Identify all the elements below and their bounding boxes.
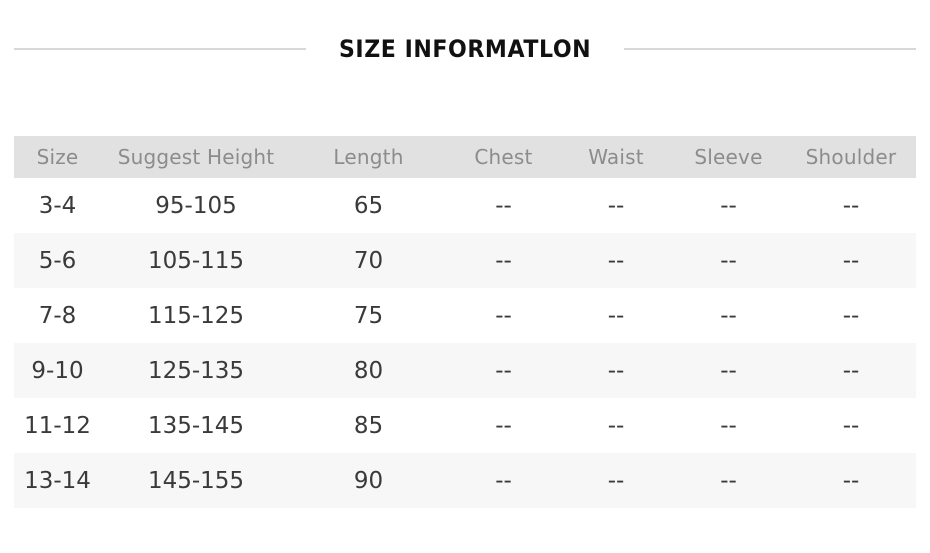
cell-size: 9-10 (14, 343, 101, 398)
table-header: Size Suggest Height Length Chest Waist S… (14, 136, 916, 178)
cell-shoulder: -- (786, 178, 916, 233)
table-row: 9-10 125-135 80 -- -- -- -- (14, 343, 916, 398)
cell-size: 7-8 (14, 288, 101, 343)
cell-chest: -- (446, 178, 561, 233)
cell-shoulder: -- (786, 398, 916, 453)
cell-waist: -- (561, 343, 671, 398)
column-header-sleeve: Sleeve (671, 136, 786, 178)
table-row: 13-14 145-155 90 -- -- -- -- (14, 453, 916, 508)
table-row: 5-6 105-115 70 -- -- -- -- (14, 233, 916, 288)
size-information-page: SIZE INFORMATLON Size Suggest Height Len… (0, 0, 930, 553)
size-information-table: Size Suggest Height Length Chest Waist S… (14, 136, 916, 508)
cell-shoulder: -- (786, 343, 916, 398)
cell-waist: -- (561, 453, 671, 508)
cell-suggest-height: 95-105 (101, 178, 291, 233)
cell-chest: -- (446, 233, 561, 288)
cell-suggest-height: 105-115 (101, 233, 291, 288)
column-header-size: Size (14, 136, 101, 178)
cell-length: 90 (291, 453, 446, 508)
cell-sleeve: -- (671, 398, 786, 453)
cell-length: 65 (291, 178, 446, 233)
column-header-shoulder: Shoulder (786, 136, 916, 178)
table-row: 7-8 115-125 75 -- -- -- -- (14, 288, 916, 343)
cell-length: 80 (291, 343, 446, 398)
cell-suggest-height: 135-145 (101, 398, 291, 453)
cell-sleeve: -- (671, 343, 786, 398)
cell-shoulder: -- (786, 233, 916, 288)
title-rule-left (14, 48, 306, 50)
cell-sleeve: -- (671, 453, 786, 508)
cell-waist: -- (561, 398, 671, 453)
cell-chest: -- (446, 398, 561, 453)
cell-chest: -- (446, 288, 561, 343)
column-header-chest: Chest (446, 136, 561, 178)
title-rule-right (624, 48, 916, 50)
cell-waist: -- (561, 288, 671, 343)
cell-size: 5-6 (14, 233, 101, 288)
cell-size: 13-14 (14, 453, 101, 508)
cell-length: 70 (291, 233, 446, 288)
column-header-waist: Waist (561, 136, 671, 178)
cell-size: 11-12 (14, 398, 101, 453)
table-row: 3-4 95-105 65 -- -- -- -- (14, 178, 916, 233)
cell-suggest-height: 125-135 (101, 343, 291, 398)
page-title-block: SIZE INFORMATLON (14, 32, 916, 66)
column-header-suggest-height: Suggest Height (101, 136, 291, 178)
cell-chest: -- (446, 343, 561, 398)
column-header-length: Length (291, 136, 446, 178)
cell-size: 3-4 (14, 178, 101, 233)
table-row: 11-12 135-145 85 -- -- -- -- (14, 398, 916, 453)
cell-waist: -- (561, 178, 671, 233)
cell-waist: -- (561, 233, 671, 288)
table-header-row: Size Suggest Height Length Chest Waist S… (14, 136, 916, 178)
cell-suggest-height: 145-155 (101, 453, 291, 508)
table-body: 3-4 95-105 65 -- -- -- -- 5-6 105-115 70… (14, 178, 916, 508)
page-title: SIZE INFORMATLON (338, 35, 592, 63)
cell-suggest-height: 115-125 (101, 288, 291, 343)
cell-shoulder: -- (786, 453, 916, 508)
cell-sleeve: -- (671, 178, 786, 233)
cell-sleeve: -- (671, 288, 786, 343)
cell-length: 75 (291, 288, 446, 343)
cell-sleeve: -- (671, 233, 786, 288)
cell-shoulder: -- (786, 288, 916, 343)
cell-chest: -- (446, 453, 561, 508)
cell-length: 85 (291, 398, 446, 453)
